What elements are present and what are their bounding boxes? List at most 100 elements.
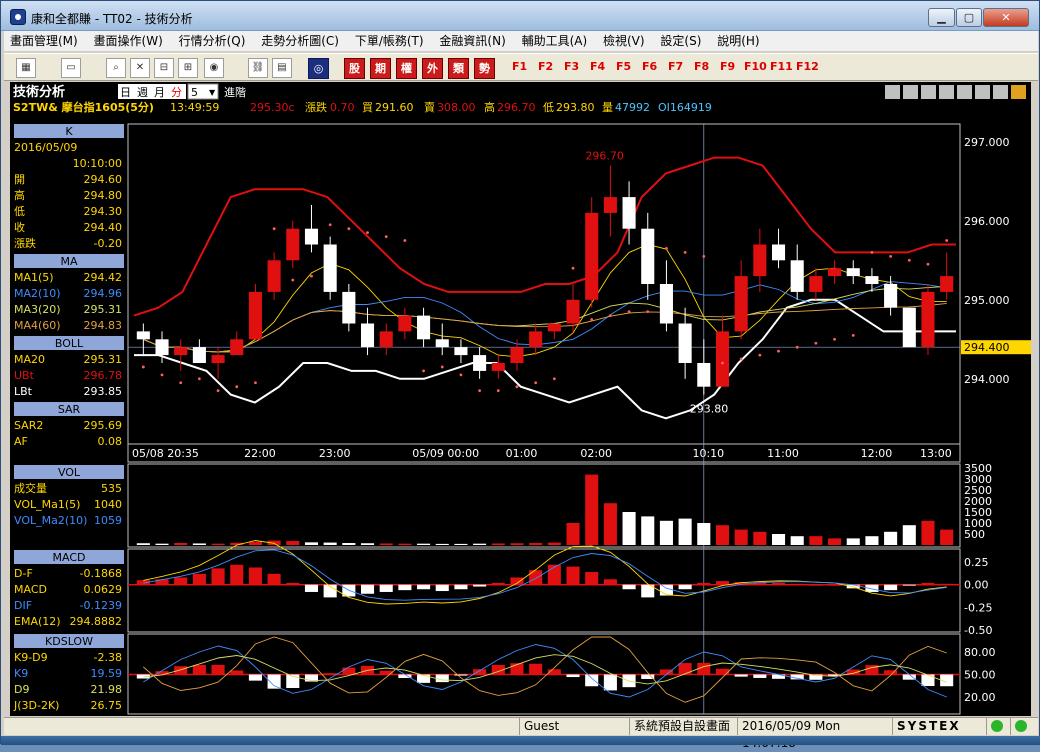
candle-body-35: [790, 260, 804, 292]
macd-3-value: 294.8882: [70, 615, 123, 628]
candle-body-42: [921, 291, 935, 348]
fkey-f1[interactable]: F1: [512, 60, 527, 73]
chart-canvas[interactable]: 技術分析 日 週 月 分 5 ▼ 進階 S2TW& 摩台指1605(5分) 13…: [10, 82, 1031, 716]
indicator-panel: K 2016/05/09 10:10:00 開 294.60 高 294.80 低 294.30…: [13, 124, 124, 712]
key-trend-button[interactable]: 勢: [474, 58, 495, 79]
key-futures-button[interactable]: 期: [370, 58, 391, 79]
settings-icon[interactable]: [1011, 85, 1026, 99]
systex-logo-icon[interactable]: ◎: [308, 58, 329, 79]
bid-value: 291.60: [375, 101, 414, 114]
menu-item-finance-info[interactable]: 金融資訊(N): [433, 32, 511, 50]
zoom-in-icon[interactable]: [903, 85, 918, 99]
menu-item-view[interactable]: 檢視(V): [597, 32, 651, 50]
vol-1-label: VOL_Ma1(5): [14, 498, 80, 511]
sar-dot-39: [870, 251, 874, 254]
macd-bar-41: [902, 584, 916, 586]
candle-body-12: [360, 323, 375, 348]
app-window: 康和全都賺 - TT02 - 技術分析 ▁ ▢ ✕ 畫面管理(M) 畫面操作(W…: [0, 0, 1040, 750]
fkey-f11[interactable]: F11: [770, 60, 793, 73]
fkey-f4[interactable]: F4: [590, 60, 605, 73]
vol-bar-9: [304, 542, 319, 545]
kd-1-label: K9: [14, 667, 28, 680]
maximize-button[interactable]: ▢: [956, 8, 982, 27]
candle-body-11: [342, 291, 356, 324]
change-label: 漲跌: [305, 100, 327, 114]
fkey-f10[interactable]: F10: [744, 60, 767, 73]
globe-icon[interactable]: ◉: [204, 58, 224, 78]
key-stock-button[interactable]: 股: [344, 58, 365, 79]
key-foreign-button[interactable]: 外: [422, 58, 443, 79]
close-button[interactable]: ✕: [983, 8, 1029, 27]
key-category-button[interactable]: 類: [448, 58, 469, 79]
volume-value: 47992: [615, 101, 650, 114]
close-window-icon[interactable]: ✕: [130, 58, 150, 78]
advanced-button[interactable]: 進階: [224, 85, 246, 99]
fkey-f12[interactable]: F12: [796, 60, 819, 73]
vol-bar-40: [884, 531, 898, 545]
candle-body-13: [379, 331, 393, 348]
menu-item-trend-chart[interactable]: 走勢分析圖(C): [255, 32, 345, 50]
title-bar[interactable]: 康和全都賺 - TT02 - 技術分析 ▁ ▢ ✕: [1, 1, 1039, 31]
menu-item-tools[interactable]: 輔助工具(A): [516, 32, 594, 50]
vol-bar-28: [659, 520, 673, 545]
menu-item-order-account[interactable]: 下單/帳務(T): [349, 32, 430, 50]
print-icon[interactable]: [993, 85, 1008, 99]
comment-icon[interactable]: [957, 85, 972, 99]
layout-icon[interactable]: ▦: [16, 58, 36, 78]
candle-body-43: [940, 276, 954, 292]
zoom-out-icon[interactable]: [885, 85, 900, 99]
menu-item-help[interactable]: 說明(H): [711, 32, 765, 50]
fkey-f7[interactable]: F7: [668, 60, 683, 73]
fkey-f8[interactable]: F8: [694, 60, 709, 73]
boll-2-value: 293.85: [84, 385, 123, 398]
macd-bar-4: [211, 568, 225, 585]
kd-bar-29: [678, 663, 692, 675]
menu-item-screen-ops[interactable]: 畫面操作(W): [88, 32, 169, 50]
split-h-icon[interactable]: ⊟: [154, 58, 174, 78]
menu-item-screen-manage[interactable]: 畫面管理(M): [4, 32, 84, 50]
vol-bar-19: [491, 543, 505, 545]
fkey-f3[interactable]: F3: [564, 60, 579, 73]
technical-chart[interactable]: 技術分析 日 週 月 分 5 ▼ 進階 S2TW& 摩台指1605(5分) 13…: [10, 82, 1031, 716]
sar-dot-14: [403, 239, 407, 242]
split-v-icon[interactable]: ⊞: [178, 58, 198, 78]
interval-dropdown-icon[interactable]: ▼: [209, 88, 216, 97]
ma-line-2: [143, 285, 947, 353]
vol-bar-39: [865, 536, 879, 545]
vol-bar-13: [379, 543, 393, 545]
open-interest: OI164919: [658, 101, 712, 114]
kd-bar-28: [659, 669, 673, 675]
boll-1-label: UBt: [14, 369, 35, 382]
menu-item-settings[interactable]: 設定(S): [654, 32, 707, 50]
price-tick-0: 297.000: [964, 136, 1010, 149]
macd-bar-17: [454, 584, 468, 590]
ohlc-0-value: 294.60: [84, 173, 123, 186]
key-options-button[interactable]: 權: [396, 58, 417, 79]
candle-body-27: [641, 228, 655, 284]
candle-body-30: [697, 363, 711, 387]
fkey-f9[interactable]: F9: [720, 60, 735, 73]
link-icon[interactable]: ⛓: [248, 58, 268, 78]
dif-line: [143, 549, 947, 601]
sar-0-label: SAR2: [14, 419, 43, 432]
time-tick-1: 22:00: [244, 447, 276, 460]
minimize-button[interactable]: ▁: [928, 8, 955, 27]
fkey-f2[interactable]: F2: [538, 60, 553, 73]
fkey-f5[interactable]: F5: [616, 60, 631, 73]
sar-dot-7: [272, 227, 276, 231]
macd-bar-8: [286, 582, 300, 585]
save-icon[interactable]: [975, 85, 990, 99]
zoom-fit-icon[interactable]: [939, 85, 954, 99]
sar-dot-42: [926, 262, 930, 266]
fkey-f6[interactable]: F6: [642, 60, 657, 73]
sar-dot-6: [254, 381, 257, 385]
magnifier-icon[interactable]: ⌕: [106, 58, 126, 78]
search-zoom-icon[interactable]: [921, 85, 936, 99]
sar-dot-13: [384, 235, 388, 239]
chart-frames: [127, 123, 961, 715]
monitor-icon[interactable]: ▭: [61, 58, 81, 78]
menu-item-quote-analysis[interactable]: 行情分析(Q): [173, 32, 252, 50]
low-annotation: 293.80: [690, 403, 729, 416]
menu-bar: 畫面管理(M) 畫面操作(W) 行情分析(Q) 走勢分析圖(C) 下單/帳務(T…: [4, 31, 1038, 51]
chart-icon[interactable]: ▤: [272, 58, 292, 78]
